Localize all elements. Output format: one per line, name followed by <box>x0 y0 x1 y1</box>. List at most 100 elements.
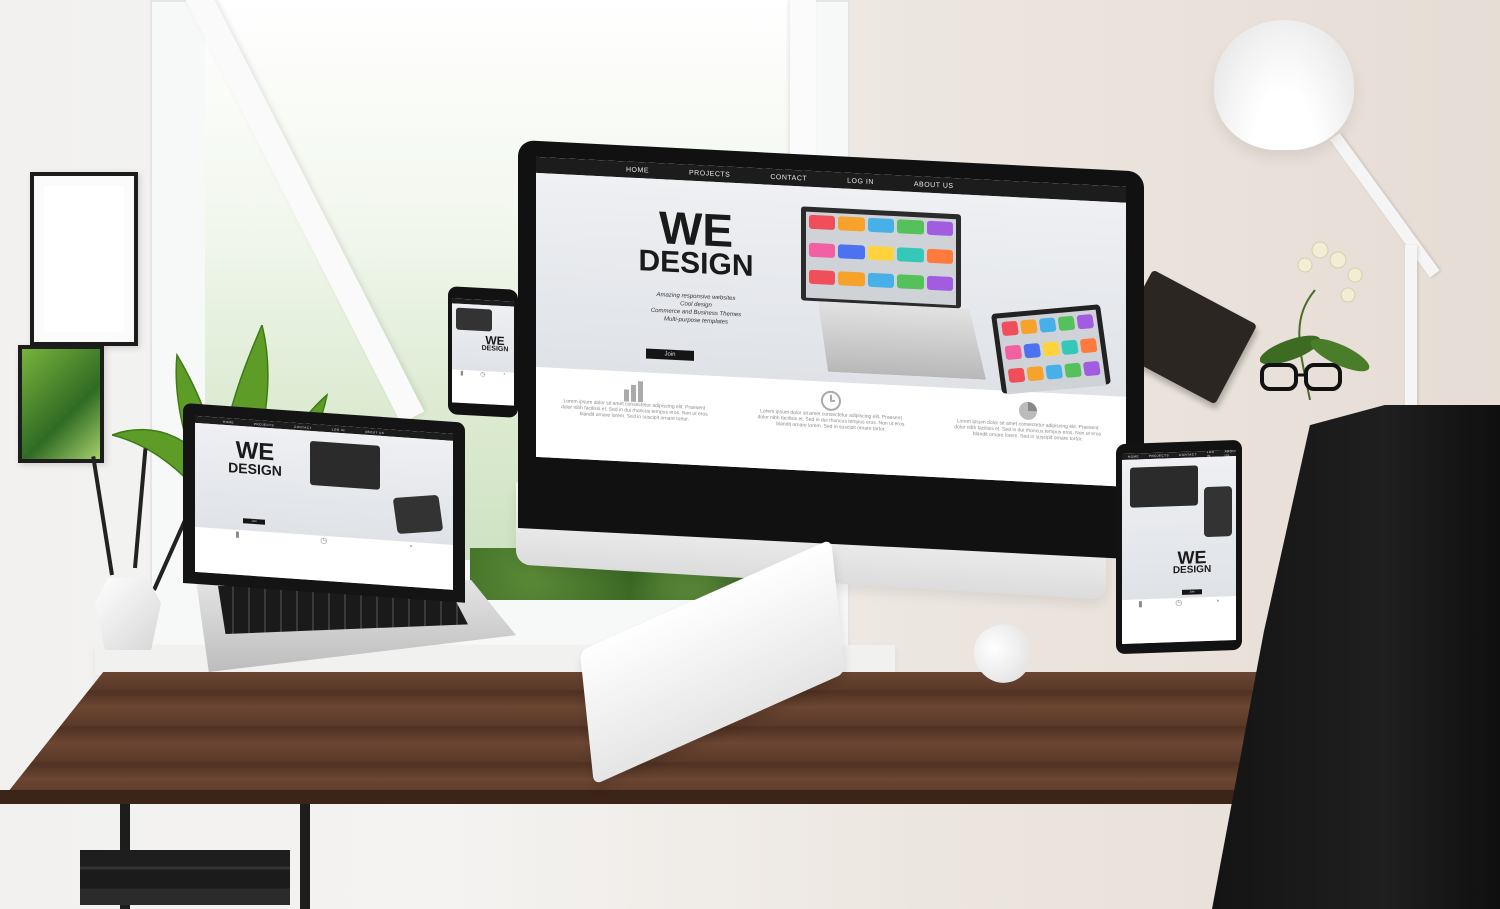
app-icon <box>1023 342 1042 359</box>
nav-contact[interactable]: CONTACT <box>1179 452 1197 457</box>
app-icon <box>867 273 895 289</box>
nav-projects[interactable]: PROJECTS <box>689 169 730 178</box>
bar-chart-icon: ▮ <box>1138 599 1143 609</box>
feature-2: Lorem ipsum dolor sit amet consectetur a… <box>756 386 906 484</box>
feature-1: Lorem ipsum dolor sit amet consectetur a… <box>559 376 709 474</box>
app-icon <box>1004 344 1023 360</box>
hero-laptop-image <box>310 440 380 490</box>
nav-contact[interactable]: CONTACT <box>294 424 312 429</box>
bar-chart-icon <box>624 381 644 403</box>
lamp-arm <box>1405 245 1417 405</box>
app-icon <box>838 243 865 260</box>
app-icon <box>926 248 953 264</box>
join-button[interactable]: Join <box>1182 589 1202 595</box>
nav-contact[interactable]: CONTACT <box>770 173 807 182</box>
nav-projects[interactable]: PROJECTS <box>1149 453 1169 458</box>
nav-home[interactable]: HOME <box>1128 454 1139 458</box>
nav-home[interactable]: HOME <box>223 419 234 424</box>
nav-login[interactable]: LOG IN <box>332 427 345 432</box>
nav-about[interactable]: ABOUT US <box>914 181 954 190</box>
hero-laptop-image <box>1130 465 1198 508</box>
headline: WE DESIGN <box>626 201 766 284</box>
headline-design: DESIGN <box>481 344 509 354</box>
app-icon <box>1076 313 1095 330</box>
app-icon <box>1082 361 1101 377</box>
picture-frame-plant <box>18 345 104 463</box>
taglines: Amazing responsive websites Cool design … <box>636 290 756 328</box>
hero-tablet-image <box>990 304 1112 395</box>
pie-chart-icon: ◔ <box>502 371 506 379</box>
site-hero: WE DESIGN Amazing responsive websites Co… <box>536 172 1126 397</box>
nav-projects[interactable]: PROJECTS <box>254 421 274 426</box>
hero-laptop-image <box>801 206 961 309</box>
headline: WE DESIGN <box>1162 547 1222 577</box>
app-icon <box>926 220 953 237</box>
nav-about[interactable]: ABOUT US <box>365 429 384 434</box>
hero-laptop-image <box>456 307 492 332</box>
features: ▮ ◷ ◔ <box>452 369 514 406</box>
app-icon <box>809 214 836 231</box>
app-icon <box>897 246 924 263</box>
clock-icon <box>820 390 841 411</box>
nav-home[interactable]: HOME <box>626 166 649 174</box>
app-icon <box>1079 337 1098 353</box>
laptop: HOME PROJECTS CONTACT LOG IN ABOUT US WE… <box>183 403 465 603</box>
site-hero: WE DESIGN <box>452 303 514 373</box>
nav-login[interactable]: LOG IN <box>847 177 874 185</box>
site-hero: WE DESIGN Join <box>195 422 453 545</box>
app-icon <box>1026 366 1045 382</box>
site-hero: WE DESIGN Join <box>1122 456 1236 600</box>
laptop-screen: HOME PROJECTS CONTACT LOG IN ABOUT US WE… <box>195 415 453 590</box>
eyeglasses <box>1260 363 1342 391</box>
app-icon <box>1019 319 1038 335</box>
pie-chart-icon: ◔ <box>407 541 413 552</box>
clock-icon: ◷ <box>320 535 328 546</box>
feature-text: Lorem ipsum dolor sit amet consectetur a… <box>954 418 1102 443</box>
clock-icon: ◷ <box>1175 597 1183 608</box>
features: ▮ ◷ ◔ <box>1122 596 1236 644</box>
join-button[interactable]: Join <box>243 518 265 525</box>
app-icon <box>1045 364 1064 380</box>
app-icon <box>1057 315 1076 332</box>
app-icon <box>897 274 924 290</box>
desk-edge <box>0 790 1270 804</box>
smartphone: WE DESIGN ▮ ◷ ◔ <box>448 286 518 418</box>
app-icon <box>809 242 836 258</box>
app-icon <box>1060 339 1079 355</box>
headline-design: DESIGN <box>638 244 754 284</box>
desktop-monitor: HOME PROJECTS CONTACT LOG IN ABOUT US WE… <box>518 140 1144 560</box>
geometric-vase <box>95 578 161 650</box>
pie-chart-icon: ◔ <box>1214 596 1220 606</box>
app-icon <box>1007 367 1026 384</box>
join-button[interactable]: Join <box>646 348 694 361</box>
app-icon <box>926 276 953 292</box>
app-icon <box>809 270 836 286</box>
bar-chart-icon: ▮ <box>460 370 464 377</box>
headline: WE DESIGN <box>220 437 290 479</box>
app-icon <box>838 271 865 287</box>
hero-tablet-image <box>1204 486 1232 538</box>
tablet-screen: HOME PROJECTS CONTACT LOG IN ABOUT US WE… <box>1122 450 1236 644</box>
feature-text: Lorem ipsum dolor sit amet consectetur a… <box>560 398 708 423</box>
picture-frame-blank <box>30 172 138 346</box>
app-icon <box>897 219 924 235</box>
app-icon <box>1064 362 1082 379</box>
bar-chart-icon: ▮ <box>235 529 240 539</box>
tablet: HOME PROJECTS CONTACT LOG IN ABOUT US WE… <box>1116 439 1242 655</box>
desk-lamp <box>1214 20 1354 150</box>
headline-design: DESIGN <box>1172 564 1212 577</box>
app-icon <box>1001 320 1019 337</box>
hero-tablet-image <box>392 494 444 535</box>
app-icon <box>838 216 865 232</box>
hero-laptop-base <box>818 301 986 380</box>
pie-chart-icon <box>1018 401 1037 420</box>
app-icon <box>1038 317 1057 333</box>
desk-leg <box>300 804 310 909</box>
app-icon <box>867 217 895 234</box>
app-icon <box>1042 340 1060 357</box>
shelf-books <box>80 850 290 905</box>
headline-design: DESIGN <box>228 458 282 479</box>
phone-screen: WE DESIGN ▮ ◷ ◔ <box>452 298 514 406</box>
monitor-screen: HOME PROJECTS CONTACT LOG IN ABOUT US WE… <box>536 156 1126 487</box>
clock-icon: ◷ <box>480 371 486 379</box>
